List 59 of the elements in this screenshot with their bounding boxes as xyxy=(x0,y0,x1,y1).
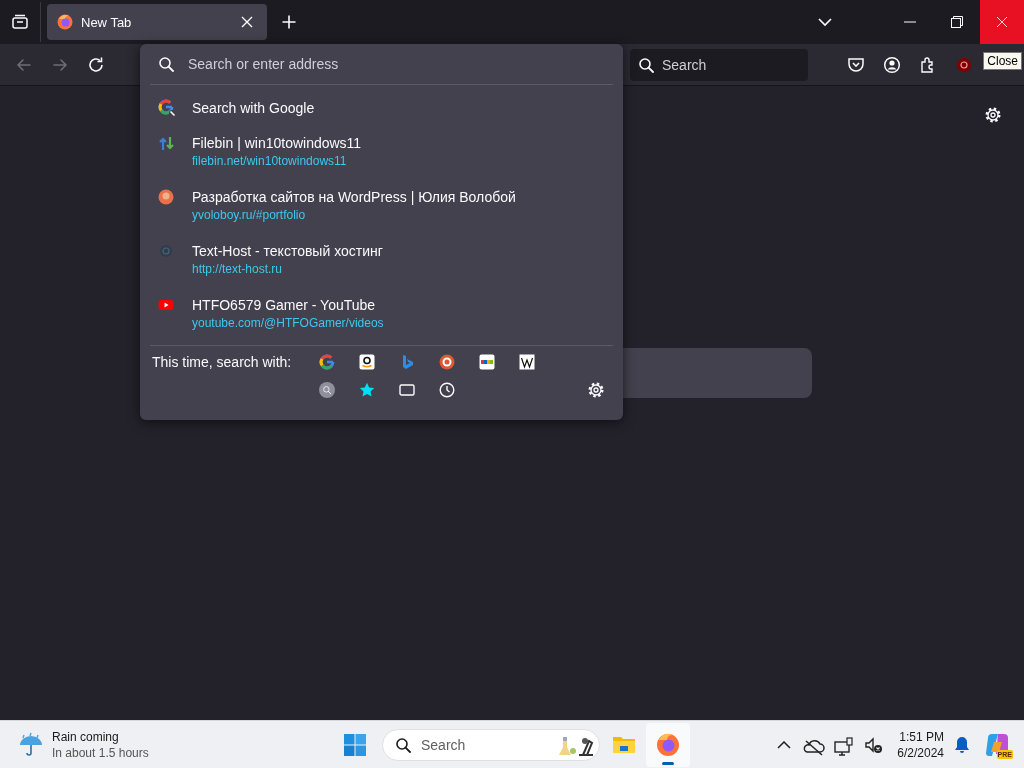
suggestion-url[interactable]: http://text-host.ru xyxy=(192,262,383,276)
suggestion-url[interactable]: yvoloboy.ru/#portfolio xyxy=(192,208,516,222)
suggestion-url[interactable]: filebin.net/win10towindows11 xyxy=(192,154,362,168)
suggestion-title[interactable]: Filebin | win10towindows11 xyxy=(192,135,362,151)
tab-list-icon xyxy=(11,13,29,31)
search-bar[interactable]: Search xyxy=(630,48,808,81)
tab-title: New Tab xyxy=(81,14,133,30)
clock-time[interactable]: 1:51 PM xyxy=(899,728,944,745)
search-icon xyxy=(319,382,335,398)
suggestion-title[interactable]: Text-Host - текстовый хостинг xyxy=(192,243,383,259)
search-icon xyxy=(158,56,174,72)
ebay-icon xyxy=(479,354,495,370)
plus-icon xyxy=(281,14,297,30)
pocket-icon xyxy=(847,55,865,74)
taskbar-search-bar[interactable]: Search xyxy=(382,728,600,761)
windows-logo-icon xyxy=(343,732,367,757)
tooltip: Close xyxy=(983,52,1022,70)
minimize-icon xyxy=(903,21,916,23)
star-icon xyxy=(359,382,375,398)
suggestion-title[interactable]: HTFO6579 Gamer - YouTube xyxy=(192,297,384,313)
taskbar-search-field[interactable]: Search xyxy=(421,736,545,753)
search-with-label: This time, search with: xyxy=(152,354,293,370)
chevron-up-icon xyxy=(777,740,791,749)
wikipedia-icon xyxy=(519,354,535,370)
suggestion-url[interactable]: youtube.com/@HTFOGamer/videos xyxy=(192,316,384,330)
browser-tab[interactable]: New Tab xyxy=(47,4,267,40)
avatar-icon xyxy=(158,189,176,207)
gear-icon xyxy=(984,106,1002,124)
suggestion-title[interactable]: Разработка сайтов на WordPress | Юлия Волобой xyxy=(192,189,516,205)
settings-button[interactable] xyxy=(984,106,1002,124)
bell-icon xyxy=(953,735,971,754)
weather-detail[interactable]: In about 1.5 hours xyxy=(52,744,149,761)
copilot-button[interactable] xyxy=(984,731,1010,758)
duck-icon xyxy=(439,354,455,370)
firefox-icon xyxy=(655,731,681,758)
clock-icon xyxy=(439,382,455,398)
account-icon xyxy=(883,55,901,74)
restore-icon xyxy=(950,16,963,28)
amazon-icon xyxy=(359,354,375,370)
firefox-icon xyxy=(57,14,73,30)
rain-umbrella-icon xyxy=(18,731,44,758)
firefox-button[interactable] xyxy=(646,722,690,767)
close-icon xyxy=(996,16,1008,28)
address-field[interactable]: Search or enter address xyxy=(188,56,605,72)
close-icon xyxy=(240,15,254,29)
reload-icon xyxy=(87,55,105,74)
copilot-icon xyxy=(984,731,1010,758)
suggestion-title[interactable]: Search with Google xyxy=(192,100,315,116)
clock-date[interactable]: 6/2/2024 xyxy=(897,744,944,761)
shield-icon xyxy=(955,55,973,74)
google-icon xyxy=(319,354,335,370)
search-icon xyxy=(395,736,411,753)
gear-icon xyxy=(587,381,605,399)
search-field[interactable]: Search xyxy=(662,56,792,73)
google-search-icon xyxy=(158,99,176,117)
search-icon xyxy=(638,56,654,73)
tab-rectangle-icon xyxy=(399,382,415,398)
weather-title[interactable]: Rain coming xyxy=(52,728,149,745)
arrows-icon xyxy=(158,135,176,153)
